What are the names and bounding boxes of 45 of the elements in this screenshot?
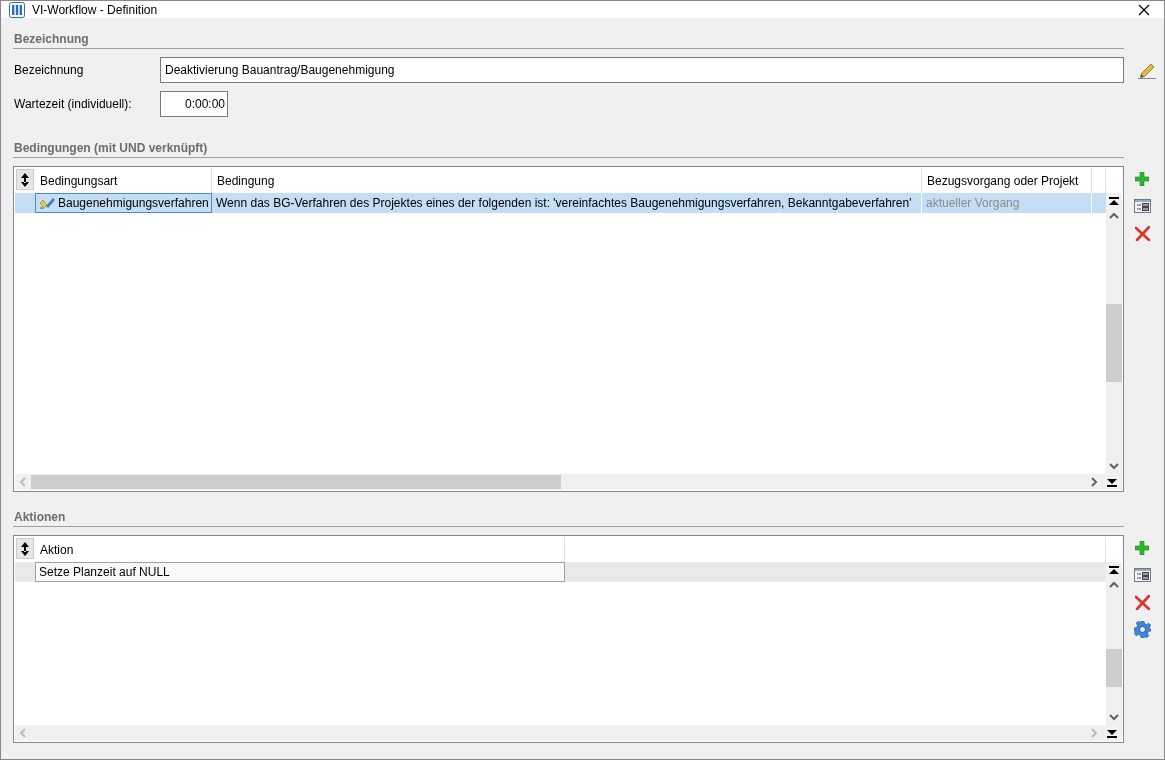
table-cell: Wenn das BG-Verfahren des Projektes eines der folgenden ist: 'vereinfachtes Baugenehmigungsverfahren, Bekanntgabeverfahren' [212,193,922,213]
field-label: Bezeichnung [13,63,85,77]
vertical-scrollbar[interactable] [1106,562,1122,725]
scroll-up-button[interactable] [1109,581,1119,589]
field-label: Wartezeit (individuell): [13,97,133,111]
scroll-top-button[interactable] [1109,197,1119,206]
section-heading: Bedingungen (mit UND verknüpft) [13,135,1124,158]
table-cell: aktueller Vorgang [922,193,1092,213]
delete-icon[interactable] [1134,594,1150,610]
scroll-down-button[interactable] [1109,462,1119,470]
pencil-icon[interactable] [1138,61,1156,79]
scroll-up-button[interactable] [1109,212,1119,220]
section-heading: Aktionen [13,504,1124,527]
pencil-check-icon [39,196,55,210]
column-header[interactable]: Bedingungsart [35,168,212,193]
table-cell: Baugenehmigungsverfahren [35,193,212,213]
scroll-down-button[interactable] [1109,713,1119,721]
sort-button[interactable] [16,169,34,190]
horizontal-scrollbar[interactable] [15,725,1122,741]
table-cell: Setze Planzeit auf NULL [35,562,565,582]
sort-icon [21,541,29,556]
close-icon[interactable] [1138,3,1150,16]
scrollbar-thumb[interactable] [1106,649,1122,687]
sort-icon [21,172,29,187]
vertical-scrollbar[interactable] [1106,193,1122,474]
time-field[interactable]: 0:00:00 [160,91,228,117]
scroll-bottom-button[interactable] [1107,477,1117,487]
horizontal-scrollbar[interactable] [15,474,1122,490]
section-heading: Bezeichnung [13,26,1124,49]
scroll-top-button[interactable] [1109,566,1119,575]
scrollbar-thumb[interactable] [1106,304,1122,382]
sort-button[interactable] [16,538,34,559]
scroll-bottom-button[interactable] [1107,728,1117,738]
table-row[interactable]: Baugenehmigungsverfahren Wenn das BG-Verfahren des Projektes eines der folgenden ist: 'vereinfachtes Baugenehmigungsverfahren, Bekanntgabeverfahren' aktueller Vorgang [15,193,1106,213]
add-icon[interactable] [1135,172,1149,186]
scrollbar-thumb[interactable] [31,475,561,489]
delete-icon[interactable] [1134,225,1150,241]
properties-icon[interactable] [1133,199,1151,213]
window-title: VI-Workflow - Definition [32,2,159,17]
properties-icon[interactable] [1133,568,1151,582]
add-icon[interactable] [1135,541,1149,555]
scroll-right-button[interactable] [1090,477,1098,487]
name-field[interactable]: Deaktivierung Bauantrag/Baugenehmigung [160,57,1124,83]
table-row[interactable]: Setze Planzeit auf NULL [15,562,1106,582]
settings-icon[interactable] [1133,620,1151,638]
